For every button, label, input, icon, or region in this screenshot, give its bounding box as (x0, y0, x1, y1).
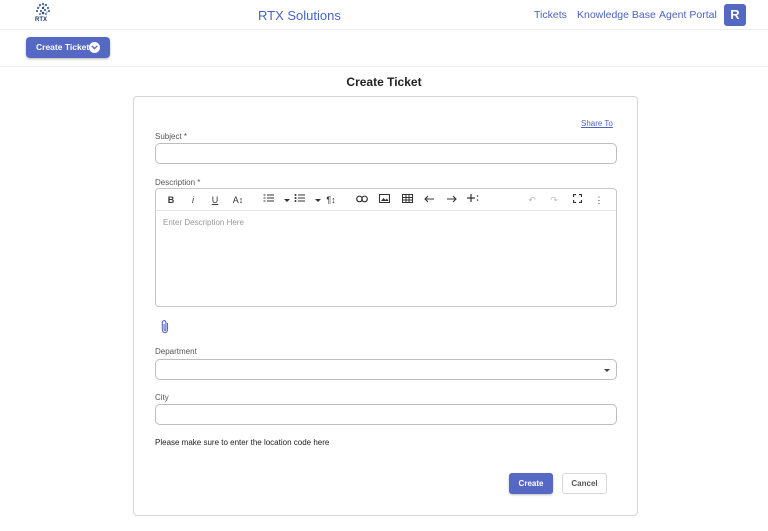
bullet-list-dropdown-icon[interactable] (311, 193, 325, 207)
paragraph-format-button[interactable]: ¶↕ (324, 193, 338, 207)
insert-table-icon[interactable] (400, 193, 414, 207)
description-placeholder: Enter Description Here (163, 218, 244, 227)
page-title: Create Ticket (346, 75, 422, 89)
more-options-icon[interactable]: ⋮ (592, 193, 606, 207)
fullscreen-icon[interactable] (570, 193, 584, 207)
create-ticket-label: Create Ticket (36, 42, 90, 52)
share-to-link[interactable]: Share To (581, 119, 613, 128)
company-logo[interactable] (33, 1, 53, 27)
top-bar: RTX RTX Solutions Tickets Knowledge Base… (0, 0, 768, 30)
department-select[interactable] (155, 359, 617, 380)
action-bar: Create Ticket (0, 31, 768, 67)
ordered-list-dropdown-icon[interactable] (280, 193, 294, 207)
bullet-list-icon[interactable] (293, 193, 307, 207)
underline-button[interactable]: U (208, 193, 222, 207)
user-avatar[interactable]: R (724, 4, 746, 26)
insert-image-icon[interactable] (377, 193, 391, 207)
attachment-paperclip-icon[interactable] (159, 319, 171, 335)
subject-input[interactable] (155, 143, 617, 164)
indent-arrow-right-icon[interactable] (444, 193, 458, 207)
dropdown-arrow-icon (604, 369, 610, 372)
outdent-arrow-left-icon[interactable] (422, 193, 436, 207)
description-editor[interactable]: B i U A↕ ¶↕ ↶ ↷ ⋮ Enter Description Here (155, 188, 617, 307)
bold-button[interactable]: B (164, 193, 178, 207)
city-label: City (155, 393, 169, 402)
create-button[interactable]: Create (509, 473, 553, 494)
ordered-list-icon[interactable] (262, 193, 276, 207)
chevron-down-icon (89, 42, 100, 53)
city-input[interactable] (155, 404, 617, 425)
italic-button[interactable]: i (186, 193, 200, 207)
location-code-hint: Please make sure to enter the location c… (155, 438, 330, 447)
insert-link-icon[interactable] (355, 193, 369, 207)
cancel-button[interactable]: Cancel (562, 473, 607, 494)
nav-knowledge-base[interactable]: Knowledge Base (577, 9, 656, 21)
insert-more-icon[interactable] (466, 193, 480, 207)
redo-icon[interactable]: ↷ (547, 193, 561, 207)
department-label: Department (155, 347, 197, 356)
undo-icon[interactable]: ↶ (525, 193, 539, 207)
ticket-form-card: Share To Subject * Description * B i U A… (133, 96, 638, 516)
subject-label: Subject * (155, 132, 188, 141)
logo-text: RTX (35, 17, 47, 23)
create-ticket-button[interactable]: Create Ticket (26, 37, 110, 58)
nav-tickets[interactable]: Tickets (534, 9, 567, 21)
font-size-button[interactable]: A↕ (231, 193, 245, 207)
brand-name: RTX Solutions (258, 8, 341, 23)
editor-toolbar: B i U A↕ ¶↕ ↶ ↷ ⋮ (156, 189, 616, 211)
nav-agent-portal[interactable]: Agent Portal (659, 9, 717, 21)
description-label: Description * (155, 178, 201, 187)
